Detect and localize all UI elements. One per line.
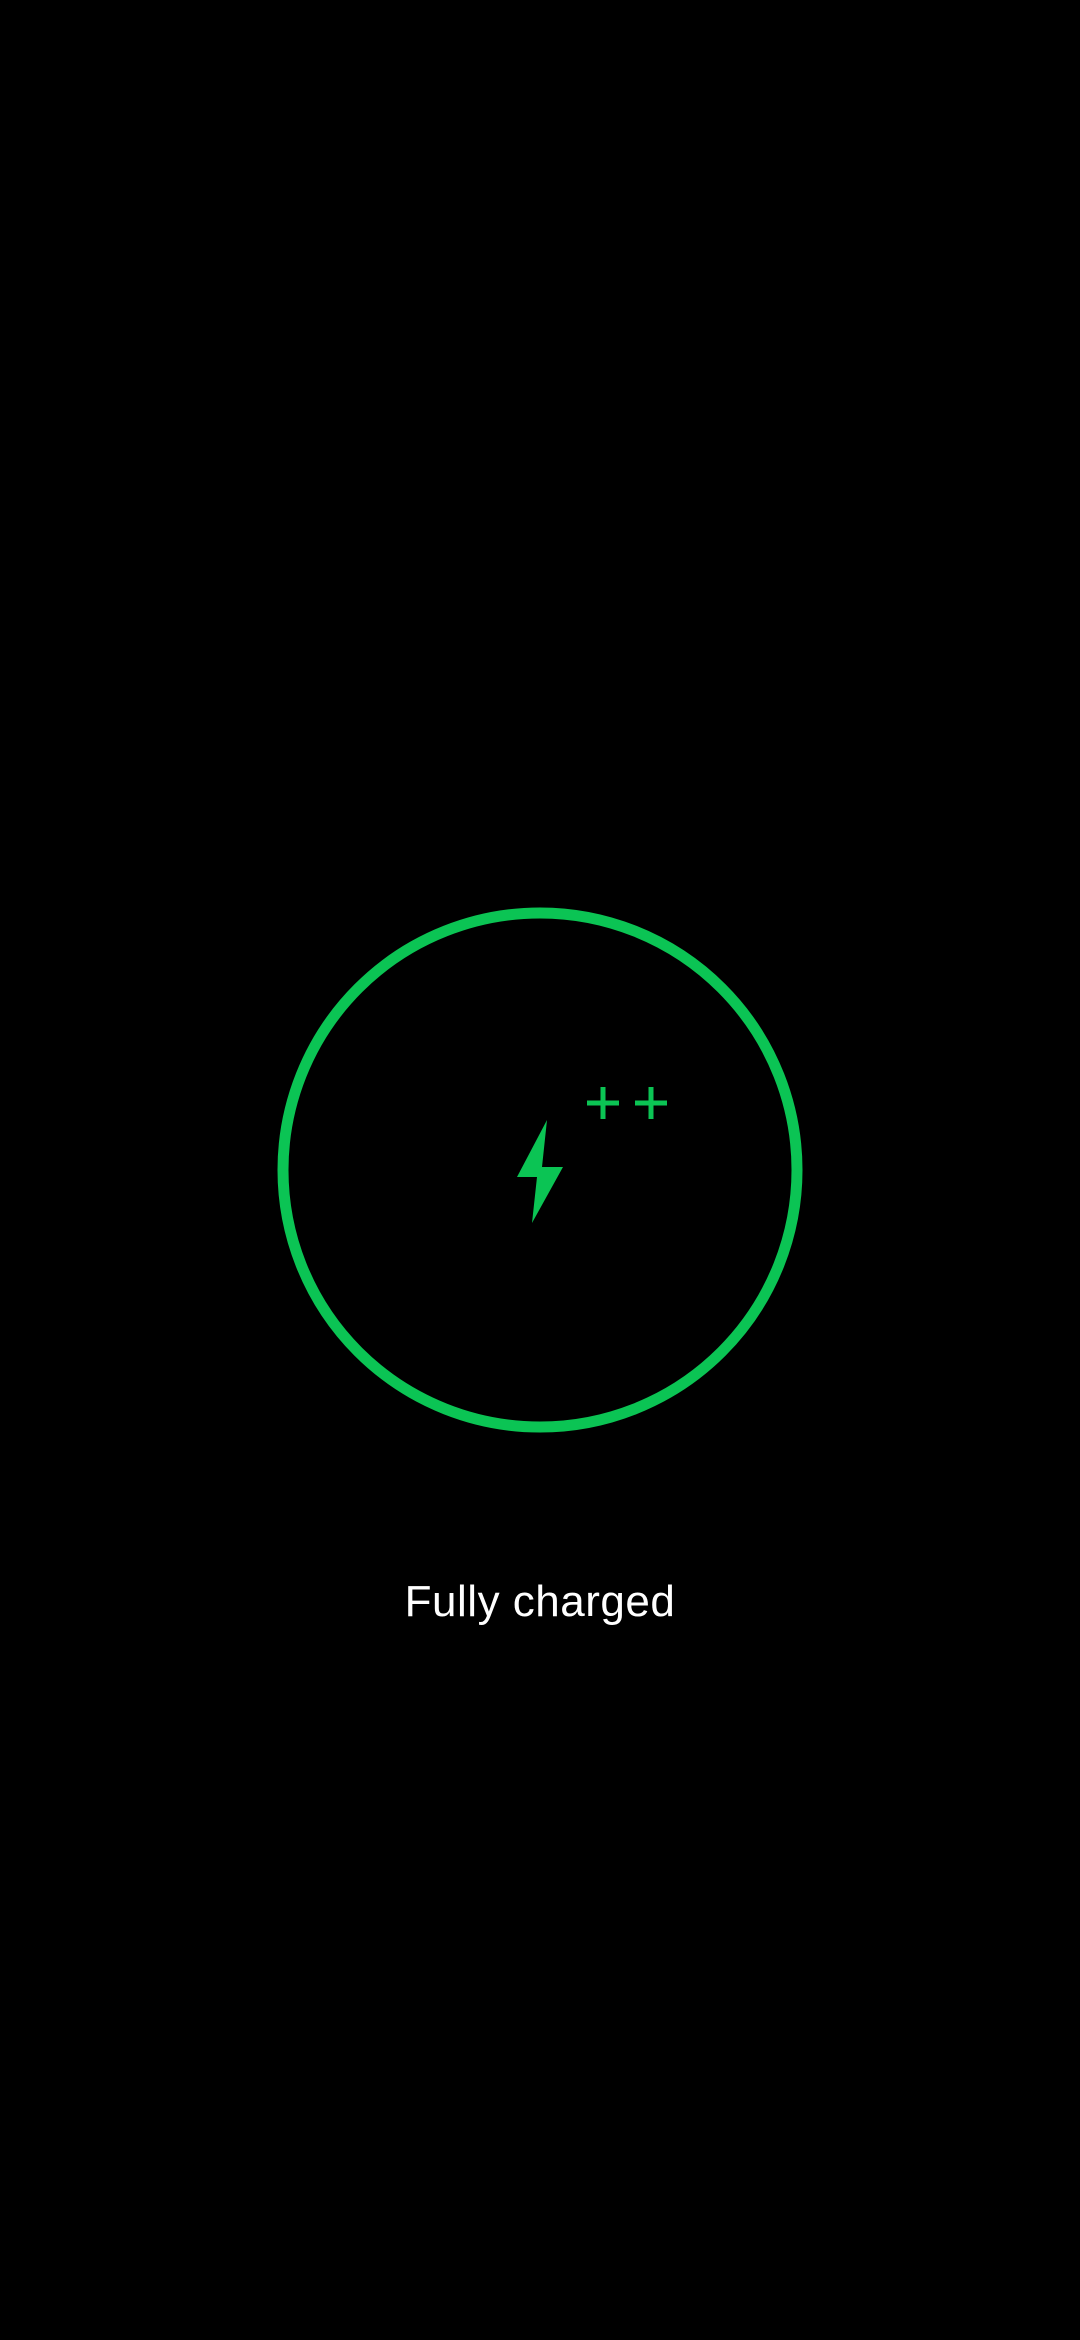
charge-indicator-graphic — [277, 907, 803, 1433]
charging-screen: Fully charged — [0, 0, 1080, 2340]
charge-status-label: Fully charged — [404, 1577, 676, 1626]
lightning-bolt-icon — [517, 1120, 563, 1223]
plus-icon — [587, 1087, 619, 1119]
charge-indicator — [275, 905, 805, 1435]
plus-icon — [635, 1087, 667, 1119]
